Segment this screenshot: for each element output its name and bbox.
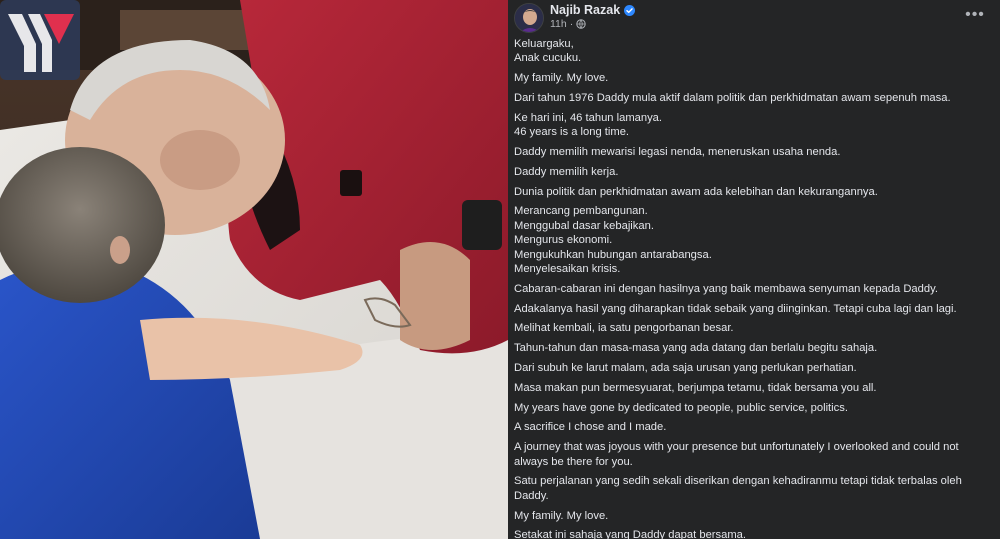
facebook-photo-viewer: Najib Razak 11h · ••• Keluargaku, Anak cu… [0,0,1000,539]
post-line: Setakat ini sahaja yang Daddy dapat bers… [514,529,746,539]
avatar[interactable] [514,3,544,33]
post-paragraph: Masa makan pun bermesyuarat, berjumpa te… [514,381,990,395]
post-paragraph: Daddy memilih kerja. [514,165,990,179]
post-text: Keluargaku, Anak cucuku. My family. My lov… [514,37,990,539]
post-paragraph: Melihat kembali, ia satu pengorbanan bes… [514,321,990,335]
post-line: Dari subuh ke larut malam, ada saja urus… [514,362,857,374]
post-paragraph: Merancang pembangunan. Menggubal dasar ke… [514,204,990,276]
post-paragraph: Dunia politik dan perkhidmatan awam ada … [514,185,990,199]
post-paragraph: Dari tahun 1976 Daddy mula aktif dalam p… [514,91,990,105]
post-paragraph: A sacrifice I chose and I made. [514,420,990,434]
post-line: Menggubal dasar kebajikan. [514,219,654,232]
post-paragraph: Cabaran-cabaran ini dengan hasilnya yang… [514,282,990,296]
more-options-button[interactable]: ••• [964,6,986,24]
post-line: Adakalanya hasil yang diharapkan tidak s… [514,302,957,315]
post-line: My family. My love. [514,72,609,85]
post-line: Keluargaku, [514,38,574,50]
post-header: Najib Razak 11h · ••• [508,0,1000,36]
post-line: Dunia politik dan perkhidmatan awam ada … [514,185,878,198]
post-paragraph: My family. My love. [514,509,990,523]
post-paragraph: A journey that was joyous with your pres… [514,440,990,469]
post-line: Daddy memilih mewarisi legasi nenda, men… [514,146,841,158]
meta-separator: · [569,18,574,30]
post-timestamp[interactable]: 11h [550,18,567,30]
more-options-icon: ••• [965,6,985,23]
verified-badge-icon [624,4,636,16]
post-line: Melihat kembali, ia satu pengorbanan bes… [514,322,734,335]
post-meta: 11h · [550,18,586,30]
post-paragraph: Adakalanya hasil yang diharapkan tidak s… [514,302,990,316]
post-line: Merancang pembangunan. [514,205,648,218]
post-line: Cabaran-cabaran ini dengan hasilnya yang… [514,282,938,295]
post-line: Anak cucuku. [514,52,582,65]
post-line: A sacrifice I chose and I made. [514,421,667,434]
post-paragraph: Ke hari ini, 46 tahun lamanya. 46 years i… [514,111,990,140]
post-panel: Najib Razak 11h · ••• Keluargaku, Anak cu… [508,0,1000,539]
author-row: Najib Razak [550,3,636,17]
post-paragraph: Satu perjalanan yang sedih sekali diseri… [514,474,990,503]
yy-triangle-logo-icon [0,0,80,80]
post-paragraph: Daddy memilih mewarisi legasi nenda, men… [514,145,990,159]
post-line: Ke hari ini, 46 tahun lamanya. [514,111,663,124]
photo-illustration [0,0,508,539]
post-paragraph: Dari subuh ke larut malam, ada saja urus… [514,361,990,375]
post-line: Mengukuhkan hubungan antarabangsa. [514,248,712,261]
post-paragraph: Tahun-tahun dan masa-masa yang ada datan… [514,341,990,355]
post-paragraph: My years have gone by dedicated to peopl… [514,401,990,415]
post-paragraph: Setakat ini sahaja yang Daddy dapat bers… [514,528,990,539]
post-line: Mengurus ekonomi. [514,234,613,247]
post-line: Daddy memilih kerja. [514,165,619,178]
post-paragraph: Keluargaku, Anak cucuku. [514,37,990,66]
post-line: Masa makan pun bermesyuarat, berjumpa te… [514,381,877,394]
post-line: Dari tahun 1976 Daddy mula aktif dalam p… [514,92,951,104]
post-line: Menyelesaikan krisis. [514,263,621,276]
post-line: My years have gone by dedicated to peopl… [514,401,848,414]
post-paragraph: My family. My love. [514,71,990,85]
author-name[interactable]: Najib Razak [550,3,620,17]
post-line: Tahun-tahun dan masa-masa yang ada datan… [514,342,878,355]
post-line: My family. My love. [514,509,609,522]
post-line: A journey that was joyous with your pres… [514,441,959,454]
post-line: 46 years is a long time. [514,126,630,139]
globe-icon[interactable] [576,19,586,29]
post-line: always be there for you. [514,455,633,468]
profile-picture-icon [515,4,543,32]
post-photo[interactable] [0,0,508,539]
post-line: Satu perjalanan yang sedih sekali diseri… [514,475,962,502]
